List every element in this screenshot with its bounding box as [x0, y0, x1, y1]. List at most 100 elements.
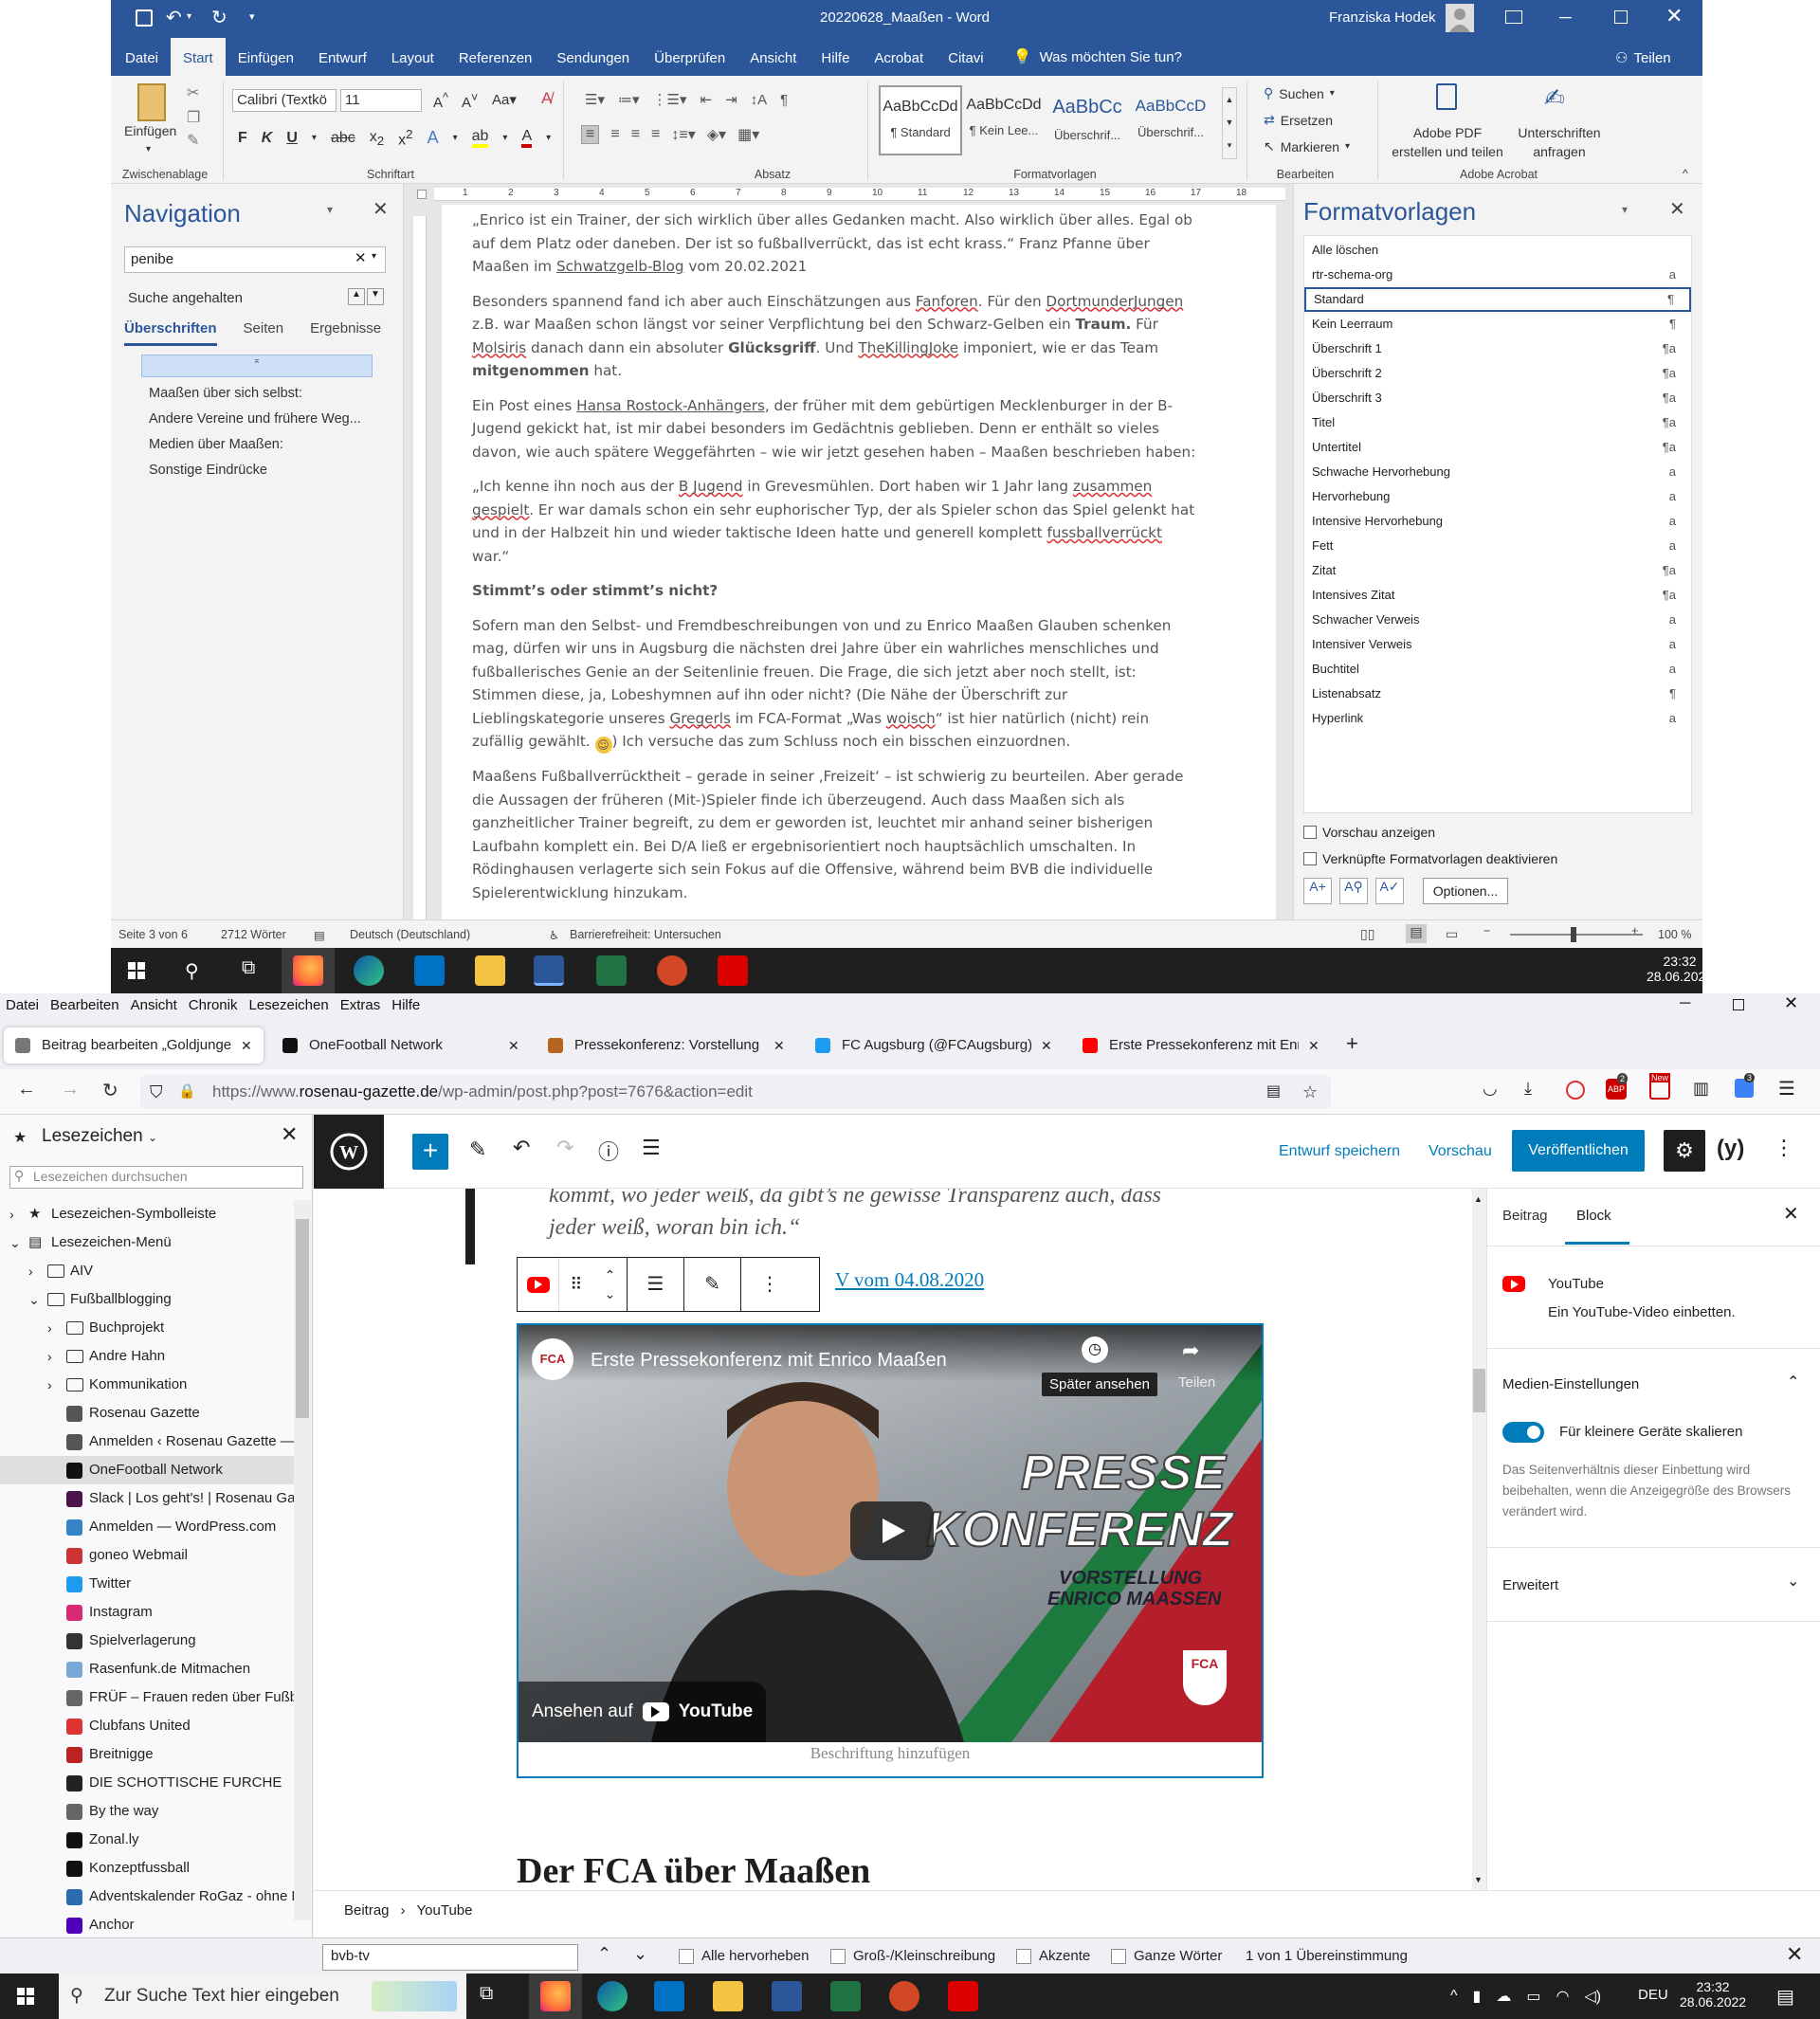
share-button[interactable]: ⚇ Teilen	[1615, 49, 1671, 67]
find-next-icon[interactable]: ⌄	[633, 1944, 647, 1964]
superscript-icon[interactable]: x2	[398, 127, 412, 149]
nav-search-input[interactable]: penibe ✕ ▾	[124, 246, 386, 273]
ribbon-tab-8[interactable]: Ansicht	[737, 38, 809, 76]
style-list-item[interactable]: Hyperlink a	[1304, 706, 1691, 731]
bookmark-item[interactable]: Konzeptfussball	[0, 1854, 294, 1883]
zoom-in-icon[interactable]: +	[1631, 924, 1638, 937]
find-close-icon[interactable]: ✕	[1786, 1942, 1803, 1967]
tab-post[interactable]: Beitrag	[1502, 1208, 1548, 1224]
ribbon-tab-5[interactable]: Referenzen	[446, 38, 545, 76]
highlight-icon[interactable]: ab	[471, 128, 489, 148]
taskbar-search[interactable]: ⚲ Zur Suche Text hier eingeben	[59, 1974, 466, 2019]
tab-close-icon[interactable]: ✕	[1041, 1028, 1052, 1064]
align-right-icon[interactable]: ≡	[631, 126, 640, 143]
font-name-select[interactable]: Calibri (Textkö	[232, 89, 337, 112]
preview-button[interactable]: Vorschau	[1429, 1143, 1492, 1160]
bookmark-item[interactable]: Zonal.ly	[0, 1826, 294, 1854]
style-gallery-item-3[interactable]: AaBbCcD Überschrif...	[1129, 85, 1212, 155]
video-player[interactable]: FCA Erste Pressekonferenz mit Enrico Maa…	[519, 1325, 1262, 1742]
zoom-slider[interactable]	[1510, 927, 1643, 942]
sign-request-button[interactable]: Unterschriften anfragen	[1510, 123, 1609, 161]
document-page[interactable]: „Enrico ist ein Trainer, der sich wirkli…	[442, 205, 1276, 919]
text-effects-icon[interactable]: A	[428, 128, 439, 148]
powerpoint-taskbar-icon[interactable]	[657, 955, 687, 986]
clock-top[interactable]: 23:32 28.06.2022	[1647, 954, 1713, 984]
menu-4[interactable]: Lesezeichen	[248, 997, 328, 1013]
move-up-down-icon[interactable]: ⌃ ⌄	[593, 1258, 628, 1311]
bookmarks-scrollbar[interactable]	[294, 1200, 311, 1920]
word-taskbar-icon[interactable]	[772, 1981, 802, 2011]
bookmark-item[interactable]: › Andre Hahn	[0, 1342, 294, 1371]
style-list-item[interactable]: Listenabsatz ¶	[1304, 682, 1691, 706]
tab-block[interactable]: Block	[1576, 1208, 1611, 1224]
edge-taskbar-icon[interactable]	[354, 955, 384, 986]
excel-taskbar-icon[interactable]	[830, 1981, 861, 2011]
numbering-icon[interactable]: ≔▾	[618, 91, 640, 108]
windows-start-icon[interactable]	[17, 1988, 34, 2005]
play-button[interactable]	[850, 1501, 934, 1560]
style-list-item[interactable]: Titel ¶a	[1304, 410, 1691, 435]
adblock-icon[interactable]: ABP 2	[1606, 1073, 1629, 1100]
style-list-item[interactable]: Untertitel ¶a	[1304, 435, 1691, 460]
outlook-taskbar-icon[interactable]	[414, 955, 445, 986]
collapse-ribbon-icon[interactable]: ^	[1683, 167, 1688, 180]
tab-selector[interactable]	[417, 190, 427, 199]
preview-checkbox[interactable]: Vorschau anzeigen	[1303, 825, 1435, 840]
expand-arrow-icon[interactable]: ⌄	[9, 1228, 21, 1257]
undo-icon[interactable]: ↶	[513, 1136, 530, 1160]
addon-icon[interactable]	[1566, 1081, 1585, 1100]
pdf-create-icon[interactable]	[1436, 83, 1457, 110]
word-taskbar-icon[interactable]	[534, 955, 564, 986]
select-button[interactable]: ↖ Markieren ▾	[1264, 138, 1350, 155]
expand-arrow-icon[interactable]: ›	[47, 1342, 52, 1371]
task-view-icon[interactable]: ⧉	[480, 1983, 493, 2005]
line-spacing-icon[interactable]: ↕≡▾	[671, 125, 695, 144]
align-left-icon[interactable]: ≡	[581, 125, 600, 144]
style-list-item[interactable]: Schwacher Verweis a	[1304, 608, 1691, 632]
bookmark-item[interactable]: FRÜF – Frauen reden über Fußba	[0, 1683, 294, 1712]
sidebar-close-icon[interactable]: ✕	[281, 1122, 298, 1147]
bookmark-item[interactable]: Rosenau Gazette	[0, 1399, 294, 1428]
acrobat-taskbar-icon[interactable]	[718, 955, 748, 986]
clear-format-icon[interactable]: A̸	[541, 89, 552, 108]
pocket-icon[interactable]: ◡	[1483, 1079, 1498, 1099]
bookmark-item[interactable]: Spielverlagerung	[0, 1627, 294, 1655]
bookmarks-search-input[interactable]: ⚲ Lesezeichen durchsuchen	[9, 1166, 303, 1189]
ribbon-tab-10[interactable]: Acrobat	[862, 38, 936, 76]
nav-heading-item[interactable]: Andere Vereine und frühere Weg...	[149, 407, 361, 432]
menu-5[interactable]: Extras	[340, 997, 381, 1013]
style-list-item[interactable]: Intensives Zitat ¶a	[1304, 583, 1691, 608]
ribbon-tab-11[interactable]: Citavi	[936, 38, 996, 76]
underline-dropdown-icon[interactable]: ▾	[312, 133, 317, 143]
redo-icon[interactable]: ↻	[211, 6, 228, 29]
tab-close-icon[interactable]: ✕	[774, 1028, 785, 1064]
bookmark-item[interactable]: Anmelden — WordPress.com	[0, 1513, 294, 1541]
subscript-icon[interactable]: x2	[370, 129, 384, 148]
publish-button[interactable]: Veröffentlichen	[1512, 1130, 1645, 1172]
bookmark-item[interactable]: Anchor	[0, 1911, 294, 1937]
text-effects-dropdown-icon[interactable]: ▾	[453, 133, 458, 143]
explorer-taskbar-icon[interactable]	[713, 1981, 743, 2011]
style-list-item[interactable]: Intensiver Verweis a	[1304, 632, 1691, 657]
nav-heading-selected[interactable]: ⌅	[141, 355, 373, 377]
tab-close-icon[interactable]: ✕	[508, 1028, 519, 1064]
ribbon-tab-3[interactable]: Entwurf	[306, 38, 379, 76]
style-list-item[interactable]: Intensive Hervorhebung a	[1304, 509, 1691, 534]
browser-tab-3[interactable]: FC Augsburg (@FCAugsburg) / ✕	[804, 1028, 1064, 1064]
ribbon-tab-4[interactable]: Layout	[379, 38, 446, 76]
bookmark-item[interactable]: goneo Webmail	[0, 1541, 294, 1570]
explorer-taskbar-icon[interactable]	[475, 955, 505, 986]
underline-icon[interactable]: U	[286, 130, 298, 147]
minimize-button[interactable]: ─	[1559, 8, 1572, 27]
sidebar-switcher[interactable]: Lesezeichen ⌄	[42, 1126, 157, 1147]
expand-arrow-icon[interactable]: ›	[47, 1371, 52, 1399]
ribbon-display-icon[interactable]	[1505, 10, 1522, 24]
expand-arrow-icon[interactable]: ›	[47, 1314, 52, 1342]
tray-chevron-icon[interactable]: ^	[1450, 1988, 1458, 2005]
accessibility-status[interactable]: Barrierefreiheit: Untersuchen	[570, 928, 721, 941]
new-style-icon[interactable]: A+	[1303, 878, 1332, 904]
bookmark-item[interactable]: Instagram	[0, 1598, 294, 1627]
zoom-out-icon[interactable]: −	[1483, 924, 1490, 937]
paste-dropdown-icon[interactable]: ▾	[146, 144, 151, 155]
lock-icon[interactable]: 🔒	[178, 1075, 196, 1109]
